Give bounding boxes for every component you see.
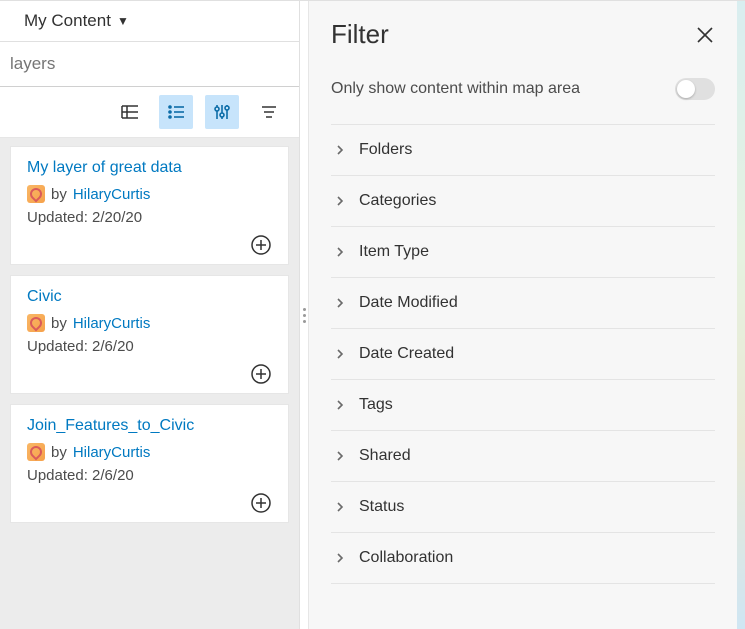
- close-button[interactable]: [695, 25, 715, 45]
- content-scope-dropdown[interactable]: My Content ▼: [0, 1, 299, 41]
- search-input[interactable]: [0, 42, 299, 86]
- sliders-icon: [213, 103, 231, 121]
- list-icon: [167, 103, 185, 121]
- feature-layer-icon: [27, 314, 45, 332]
- filter-panel: Filter Only show content within map area…: [308, 1, 737, 629]
- chevron-right-icon: [335, 247, 345, 257]
- list-item: Join_Features_to_Civic by HilaryCurtis U…: [10, 404, 289, 523]
- by-prefix: by: [51, 444, 67, 461]
- filter-section-label: Status: [359, 498, 404, 516]
- item-byline: by HilaryCurtis: [27, 443, 272, 461]
- chevron-right-icon: [335, 553, 345, 563]
- filter-section-folders[interactable]: Folders: [331, 124, 715, 175]
- filter-section-date-modified[interactable]: Date Modified: [331, 277, 715, 328]
- sort-icon: [259, 103, 277, 121]
- filter-section-date-created[interactable]: Date Created: [331, 328, 715, 379]
- by-prefix: by: [51, 315, 67, 332]
- filter-section-label: Item Type: [359, 243, 429, 261]
- item-byline: by HilaryCurtis: [27, 185, 272, 203]
- list-item: My layer of great data by HilaryCurtis U…: [10, 146, 289, 265]
- filter-section-collaboration[interactable]: Collaboration: [331, 532, 715, 584]
- filter-section-status[interactable]: Status: [331, 481, 715, 532]
- filter-section-list: Folders Categories Item Type Date Modifi…: [309, 124, 737, 584]
- chevron-right-icon: [335, 502, 345, 512]
- chevron-right-icon: [335, 451, 345, 461]
- item-title[interactable]: Join_Features_to_Civic: [27, 417, 272, 435]
- filter-section-item-type[interactable]: Item Type: [331, 226, 715, 277]
- item-byline: by HilaryCurtis: [27, 314, 272, 332]
- item-updated: Updated: 2/20/20: [27, 209, 272, 226]
- filter-toggle-button[interactable]: [205, 95, 239, 129]
- table-view-button[interactable]: [113, 95, 147, 129]
- filter-section-label: Folders: [359, 141, 412, 159]
- panel-resize-handle[interactable]: [300, 1, 308, 629]
- feature-layer-icon: [27, 185, 45, 203]
- list-item: Civic by HilaryCurtis Updated: 2/6/20: [10, 275, 289, 394]
- item-title[interactable]: My layer of great data: [27, 159, 272, 177]
- item-author[interactable]: HilaryCurtis: [73, 444, 151, 461]
- list-view-button[interactable]: [159, 95, 193, 129]
- view-toolbar: [0, 87, 299, 137]
- filter-section-categories[interactable]: Categories: [331, 175, 715, 226]
- filter-section-label: Date Modified: [359, 294, 458, 312]
- feature-layer-icon: [27, 443, 45, 461]
- item-author[interactable]: HilaryCurtis: [73, 186, 151, 203]
- caret-down-icon: ▼: [117, 14, 129, 28]
- grip-dots-icon: [303, 308, 306, 323]
- chevron-right-icon: [335, 400, 345, 410]
- add-item-button[interactable]: [250, 234, 272, 256]
- toggle-knob: [677, 80, 695, 98]
- map-sliver: [737, 1, 745, 629]
- search-row: [0, 41, 299, 87]
- content-scope-label: My Content: [24, 11, 111, 31]
- item-author[interactable]: HilaryCurtis: [73, 315, 151, 332]
- filter-section-label: Shared: [359, 447, 411, 465]
- item-title[interactable]: Civic: [27, 288, 272, 306]
- chevron-right-icon: [335, 298, 345, 308]
- by-prefix: by: [51, 186, 67, 203]
- filter-section-label: Date Created: [359, 345, 454, 363]
- filter-section-label: Tags: [359, 396, 393, 414]
- map-area-toggle[interactable]: [675, 78, 715, 100]
- chevron-right-icon: [335, 349, 345, 359]
- filter-section-label: Categories: [359, 192, 436, 210]
- map-area-toggle-label: Only show content within map area: [331, 80, 580, 98]
- content-panel: My Content ▼: [0, 1, 300, 629]
- add-item-button[interactable]: [250, 363, 272, 385]
- filter-section-tags[interactable]: Tags: [331, 379, 715, 430]
- sort-button[interactable]: [251, 95, 285, 129]
- chevron-right-icon: [335, 196, 345, 206]
- item-updated: Updated: 2/6/20: [27, 338, 272, 355]
- item-updated: Updated: 2/6/20: [27, 467, 272, 484]
- chevron-right-icon: [335, 145, 345, 155]
- table-icon: [121, 103, 139, 121]
- filter-section-label: Collaboration: [359, 549, 453, 567]
- add-item-button[interactable]: [250, 492, 272, 514]
- filter-title: Filter: [331, 19, 389, 50]
- filter-section-shared[interactable]: Shared: [331, 430, 715, 481]
- results-list: My layer of great data by HilaryCurtis U…: [0, 137, 299, 629]
